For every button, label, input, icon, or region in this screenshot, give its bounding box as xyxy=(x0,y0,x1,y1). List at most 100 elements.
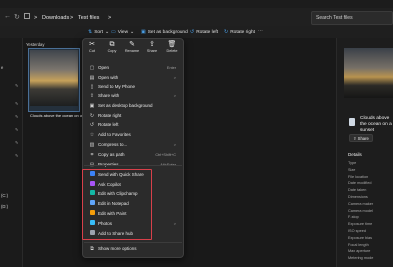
quick-copy-button[interactable]: ⧉ Copy xyxy=(103,41,121,54)
phone-icon: ▯ xyxy=(90,83,94,90)
show-more-label: Show more options xyxy=(98,246,137,251)
detail-property-label: Metering mode xyxy=(348,256,374,261)
search-placeholder: Search Test files xyxy=(316,15,353,21)
rotate-left-button[interactable]: ↺ Rotate left xyxy=(190,29,218,35)
sidebar-item-c-drive[interactable]: (C:) xyxy=(1,193,8,198)
rename-icon: ✎ xyxy=(129,41,135,48)
share-icon: ⇪ xyxy=(353,135,357,141)
menu-item-label: Compress to... xyxy=(98,142,128,147)
menu-item-rotate-right[interactable]: ↻ Rotate right xyxy=(84,111,182,120)
detail-property-label: Camera maker xyxy=(348,201,374,206)
detail-property-label: Size xyxy=(348,167,356,172)
menu-item-label: Send to My Phone xyxy=(98,84,136,89)
rotate-right-icon: ↻ xyxy=(224,29,229,35)
details-file-title: Clouds above the ocean on a sunset xyxy=(360,116,392,133)
rotate-right-button[interactable]: ↻ Rotate right xyxy=(224,29,255,35)
detail-property-label: Exposure time xyxy=(348,222,373,227)
show-more-options-item[interactable]: ⧉ Show more options xyxy=(84,244,182,253)
menu-item-rotate-left[interactable]: ↺ Rotate left xyxy=(84,120,182,129)
breadcrumb-test-files[interactable]: Test files xyxy=(78,15,99,21)
share-label: Share xyxy=(357,135,369,141)
menu-item-label: Rotate right xyxy=(98,113,122,118)
menu-item-add-to-favorites[interactable]: ☆ Add to Favorites xyxy=(84,130,182,139)
view-label: View xyxy=(117,29,129,35)
sort-label: Sort xyxy=(94,29,104,35)
detail-property-label: Exposure bias xyxy=(348,235,373,240)
desktop-icon: ▣ xyxy=(89,102,95,109)
detail-property-label: Focal length xyxy=(348,242,369,247)
share-icon: ⇪ xyxy=(149,41,155,48)
quick-label: Copy xyxy=(107,49,117,53)
menu-item-open[interactable]: ▢ Open Enter xyxy=(84,63,182,72)
rotate-left-icon: ↺ xyxy=(89,121,95,128)
submenu-arrow-icon: > xyxy=(173,221,176,226)
pin-icon: ✎ xyxy=(15,83,19,88)
set-background-button[interactable]: ▣ Set as background xyxy=(141,29,188,35)
breadcrumb-separator: > xyxy=(108,15,112,21)
group-header[interactable]: Yesterday xyxy=(26,42,44,47)
quick-delete-button[interactable]: 🗑 Delete xyxy=(163,41,181,54)
details-preview-image xyxy=(344,48,393,98)
menu-item-compress-to[interactable]: ▥ Compress to... > xyxy=(84,140,182,149)
rotate-left-label: Rotate left xyxy=(196,29,219,35)
view-icon: ▭ xyxy=(111,29,116,35)
menu-item-label: Copy as path xyxy=(98,152,125,157)
detail-property-label: Camera model xyxy=(348,208,373,213)
submenu-arrow-icon: > xyxy=(173,93,176,98)
pin-icon: ✎ xyxy=(15,114,19,119)
open-with-icon: ▤ xyxy=(89,74,95,81)
quick-label: Share xyxy=(146,49,158,53)
menu-item-label: Set as desktop background xyxy=(98,103,153,108)
quick-share-button[interactable]: ⇪ Share xyxy=(143,41,161,54)
detail-property-label: Max aperture xyxy=(348,249,371,254)
detail-property-label: Dimensions xyxy=(348,195,368,199)
breadcrumb-downloads[interactable]: Downloads xyxy=(42,15,69,21)
menu-item-label: Share with xyxy=(98,93,120,98)
menu-item-set-as-desktop-background[interactable]: ▣ Set as desktop background xyxy=(84,101,182,110)
sidebar-item-d-drive[interactable]: (D:) xyxy=(1,204,8,209)
trash-icon: 🗑 xyxy=(167,41,177,48)
path-icon: ⌗ xyxy=(90,151,94,158)
file-thumbnail[interactable] xyxy=(30,50,78,106)
rotate-right-icon: ↻ xyxy=(89,112,95,119)
quick-label: Delete xyxy=(166,49,178,53)
copy-icon: ⧉ xyxy=(109,41,115,48)
file-name[interactable]: Clouds above the ocean on a s xyxy=(30,113,82,118)
menu-item-label: Rotate left xyxy=(98,122,119,127)
menu-item-label: Open with xyxy=(98,75,119,80)
details-share-button[interactable]: ⇪ Share xyxy=(349,134,373,142)
quick-label: Cut xyxy=(89,49,95,53)
menu-item-open-with[interactable]: ▤ Open with > xyxy=(84,73,182,82)
folder-view-icon xyxy=(24,13,30,19)
submenu-arrow-icon: > xyxy=(173,142,176,147)
quick-label: Rename xyxy=(124,49,140,53)
scissors-icon: ✂ xyxy=(89,41,95,48)
pin-icon: ✎ xyxy=(15,127,19,132)
image-file-icon xyxy=(349,118,355,126)
detail-property-label: Date modified xyxy=(348,181,372,186)
more-options-button[interactable]: ··· xyxy=(258,29,263,34)
detail-property-label: Date taken xyxy=(348,188,367,193)
menu-item-share-with[interactable]: ⇪ Share with > xyxy=(84,91,182,100)
view-button[interactable]: ▭ View ⌄ xyxy=(111,29,134,35)
back-arrow-icon[interactable]: ← xyxy=(4,13,11,20)
menu-item-send-to-my-phone[interactable]: ▯ Send to My Phone xyxy=(84,82,182,91)
sidebar-item-label[interactable]: e xyxy=(1,65,3,70)
detail-property-label: Type xyxy=(348,161,357,165)
show-more-icon: ⧉ xyxy=(90,245,94,252)
chevron-down-icon: ⌄ xyxy=(105,29,110,35)
refresh-icon[interactable]: ↻ xyxy=(14,13,20,21)
highlight-box xyxy=(82,169,152,240)
sort-button[interactable]: ⇅ Sort ⌄ xyxy=(88,29,109,35)
navigation-pane xyxy=(0,38,23,267)
menu-separator xyxy=(84,165,182,166)
quick-rename-button[interactable]: ✎ Rename xyxy=(123,41,141,54)
menu-item-label: Open xyxy=(98,65,110,70)
rotate-right-label: Rotate right xyxy=(230,29,256,35)
detail-property-label: File location xyxy=(348,174,369,179)
menu-item-copy-as-path[interactable]: ⌗ Copy as path Ctrl+Shift+C xyxy=(84,150,182,159)
more-label: ··· xyxy=(258,29,263,34)
quick-cut-button[interactable]: ✂ Cut xyxy=(83,41,101,54)
desktop-icon: ▣ xyxy=(141,29,146,35)
breadcrumb-separator: > xyxy=(70,15,74,21)
